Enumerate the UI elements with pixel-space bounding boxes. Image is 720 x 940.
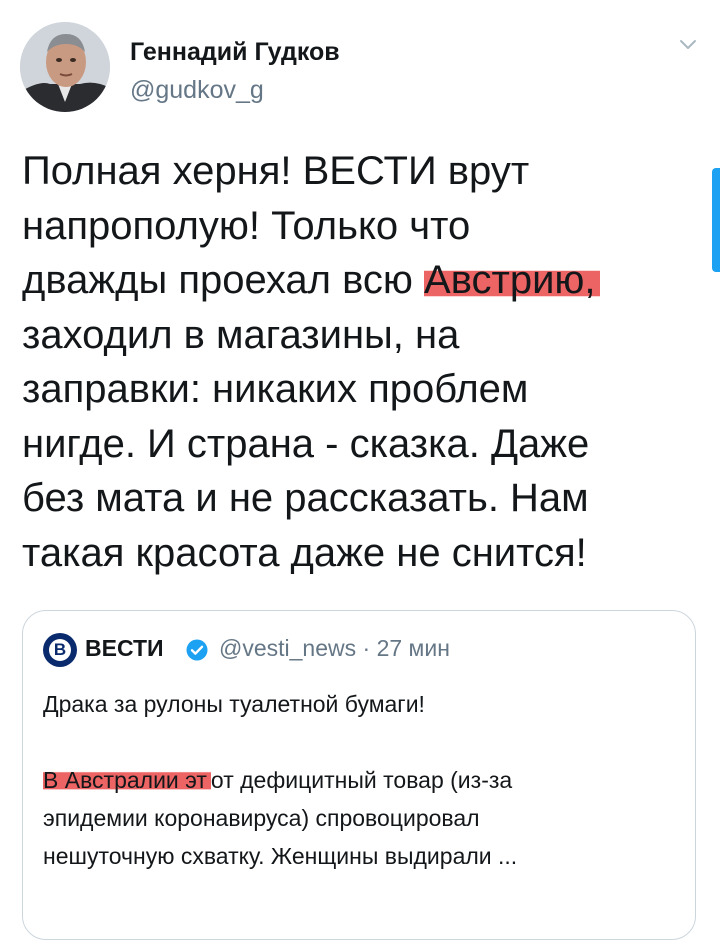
verified-badge-icon	[186, 639, 208, 661]
quoted-tweet-card[interactable]: В ВЕСТИ @vesti_news · 27 мин Драка за ру…	[22, 610, 696, 940]
quoted-body-text: от дефицитный товар (из-за	[210, 767, 513, 793]
tweet-line: без мата и не рассказать. Нам	[22, 476, 589, 520]
tweet-line: нигде. И страна - сказка. Даже	[22, 421, 590, 466]
quoted-body-line: В Австралии эт от дефицитный товар (из-за	[43, 761, 683, 799]
quoted-handle-time: @vesti_news · 27 мин	[219, 635, 450, 661]
vesti-logo-letter: В	[49, 639, 71, 661]
tweet-line: дважды проехал всю Австрию,	[22, 253, 712, 308]
tweet-line: заправки: никаких проблем	[22, 367, 529, 411]
tweet-line: Полная херня! ВЕСТИ врут	[22, 149, 530, 193]
scrollbar[interactable]	[712, 168, 720, 272]
quoted-body-line: нешуточную схватку. Женщины выдирали ...	[43, 843, 518, 869]
avatar-photo	[20, 22, 110, 112]
tweet-text: Полная херня! ВЕСТИ врут напрополую! Тол…	[22, 144, 712, 580]
tweet-line: заходил в магазины, на	[22, 312, 460, 357]
tweet-line: такая красота даже не снится!	[22, 530, 587, 575]
author-avatar[interactable]	[20, 22, 110, 112]
author-name[interactable]: Геннадий Гудков	[130, 38, 340, 67]
tweet-line: напрополую! Только что	[22, 203, 471, 248]
vesti-logo-icon[interactable]: В	[43, 633, 77, 667]
quoted-title: Драка за рулоны туалетной бумаги!	[43, 691, 425, 717]
highlighted-word: Австрию,	[424, 258, 600, 302]
chevron-down-icon[interactable]	[676, 32, 700, 56]
quoted-highlight: В Австралии эт	[43, 767, 211, 793]
author-handle[interactable]: @gudkov_g	[130, 76, 264, 105]
quoted-body-line: эпидемии коронавируса) спровоцировал	[43, 805, 480, 831]
quoted-author-name[interactable]: ВЕСТИ	[85, 635, 164, 662]
quoted-body: В Австралии эт от дефицитный товар (из-за…	[43, 761, 683, 875]
tweet-line-text: дважды проехал всю	[22, 258, 425, 302]
